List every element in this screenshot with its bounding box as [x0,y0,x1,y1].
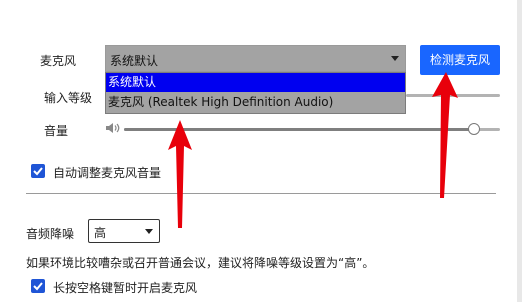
auto-adjust-label: 自动调整麦克风音量 [53,166,162,180]
window-scrollbar-edge[interactable] [517,0,522,302]
dropdown-option-default[interactable]: 系统默认 [106,73,405,92]
space-unmute-checkbox[interactable] [31,279,45,293]
auto-adjust-checkbox[interactable] [31,164,45,178]
annotation-arrow-icon [432,72,458,198]
microphone-select[interactable]: 系统默认 [105,45,406,72]
noise-reduction-select[interactable]: 高 [88,219,160,243]
speaker-icon [105,121,121,138]
dropdown-option-realtek[interactable]: 麦克风 (Realtek High Definition Audio) [106,93,405,112]
microphone-dropdown-list: 系统默认 麦克风 (Realtek High Definition Audio) [105,72,406,114]
space-unmute-label: 长按空格键暂时开启麦克风 [53,281,198,295]
input-level-label: 输入等级 [44,91,93,105]
microphone-select-value: 系统默认 [110,54,159,68]
volume-slider-thumb[interactable] [467,123,480,135]
microphone-label: 麦克风 [40,54,77,68]
volume-label: 音量 [44,124,69,138]
checkmark-icon [33,167,43,176]
chevron-down-icon [391,56,399,61]
window-top-area [0,0,522,22]
noise-reduction-select-value: 高 [94,226,107,240]
checkmark-icon [33,282,43,291]
noise-reduction-hint: 如果环境比较嘈杂或召开普通会议，建议将降噪等级设置为“高”。 [26,256,375,270]
annotation-arrow-icon [168,120,192,228]
noise-reduction-label: 音频降噪 [26,227,75,241]
chevron-down-icon [145,229,153,234]
